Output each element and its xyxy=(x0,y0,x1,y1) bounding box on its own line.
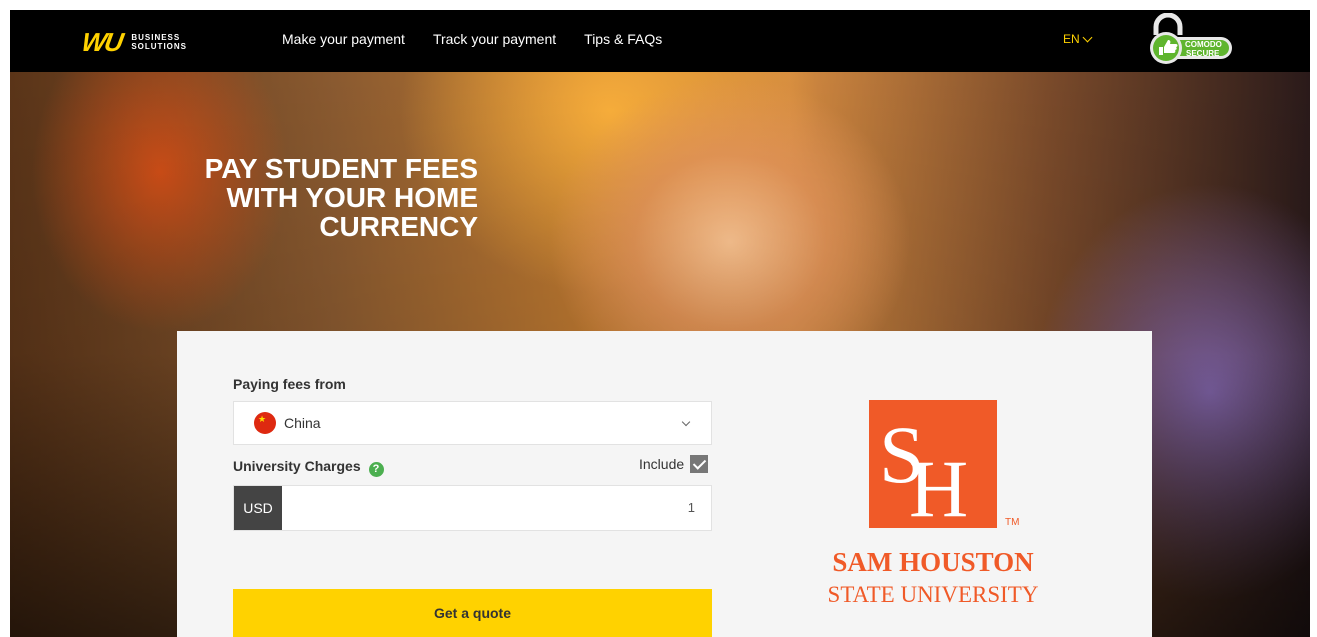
trademark-mark: TM xyxy=(1005,517,1020,528)
university-charges-label-group: University Charges ? xyxy=(233,458,384,477)
monogram-h: H xyxy=(909,443,968,528)
university-charges-label: University Charges xyxy=(233,458,361,474)
currency-code: USD xyxy=(234,486,282,530)
selected-country: China xyxy=(284,415,321,431)
get-a-quote-button[interactable]: Get a quote xyxy=(233,589,712,637)
include-toggle[interactable]: Include xyxy=(639,455,709,473)
logo-text: BUSINESS SOLUTIONS xyxy=(131,33,187,51)
language-selector[interactable]: EN xyxy=(1063,32,1093,46)
hero-title-line1: PAY STUDENT FEES xyxy=(204,153,478,184)
sam-houston-monogram-logo: S H xyxy=(869,400,997,528)
badge-line2: SECURE xyxy=(1186,49,1220,58)
amount-input[interactable]: 1 xyxy=(282,486,711,530)
include-label: Include xyxy=(639,456,685,472)
amount-input-group: USD 1 xyxy=(233,485,712,531)
hero-title: PAY STUDENT FEES WITH YOUR HOME CURRENCY xyxy=(110,154,478,241)
nav-tips-faqs[interactable]: Tips & FAQs xyxy=(584,31,662,47)
quote-form-card: Paying fees from China University Charge… xyxy=(177,331,1152,637)
university-name-line2: STATE UNIVERSITY xyxy=(827,582,1039,607)
badge-line1: COMODO xyxy=(1185,40,1222,49)
logo-text-line2: SOLUTIONS xyxy=(131,42,187,51)
country-select[interactable]: China xyxy=(233,401,712,445)
nav-track-your-payment[interactable]: Track your payment xyxy=(433,31,556,47)
hero-title-line3: CURRENCY xyxy=(319,211,478,242)
include-checkbox[interactable] xyxy=(690,455,709,473)
chevron-down-icon xyxy=(1082,32,1093,42)
logo-text-line1: BUSINESS xyxy=(131,33,181,42)
chevron-down-icon xyxy=(681,417,691,427)
paying-fees-from-label: Paying fees from xyxy=(233,376,346,392)
language-label: EN xyxy=(1063,32,1080,46)
top-navigation-bar: WU BUSINESS SOLUTIONS Make your payment … xyxy=(10,10,1310,72)
china-flag-icon xyxy=(254,412,276,434)
help-icon[interactable]: ? xyxy=(368,462,384,477)
main-nav: Make your payment Track your payment Tip… xyxy=(282,31,662,47)
comodo-secure-badge: COMODO SECURE xyxy=(1150,13,1232,64)
wu-logo-mark: WU xyxy=(79,27,124,57)
nav-make-your-payment[interactable]: Make your payment xyxy=(282,31,405,47)
wu-business-solutions-logo[interactable]: WU BUSINESS SOLUTIONS xyxy=(79,27,187,57)
hero-title-line2: WITH YOUR HOME xyxy=(226,182,478,213)
university-name-line1: SAM HOUSTON xyxy=(832,547,1034,577)
